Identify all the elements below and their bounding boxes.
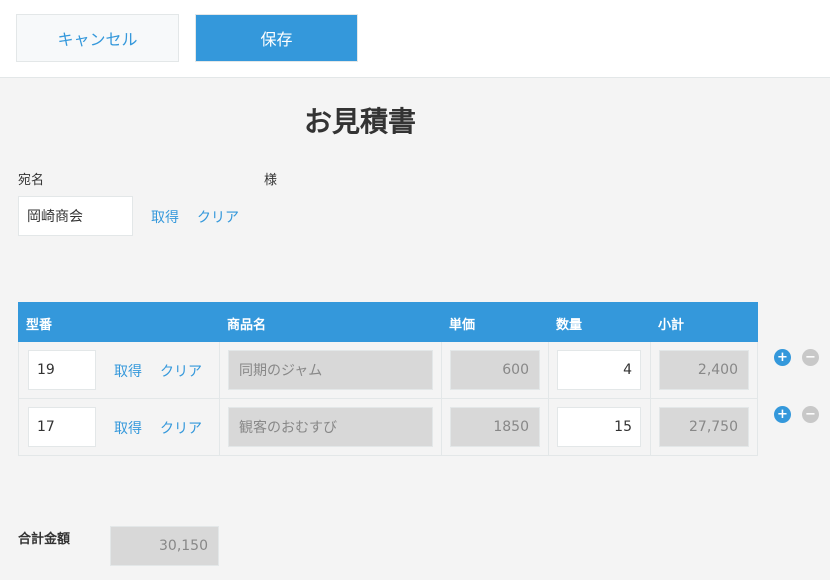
quantity-input[interactable]: 4 <box>557 350 641 390</box>
unit-price-field: 600 <box>450 350 540 390</box>
add-row-button[interactable]: + <box>774 406 791 423</box>
remove-row-button[interactable]: − <box>802 406 819 423</box>
save-button[interactable]: 保存 <box>195 14 358 62</box>
cell-divider <box>548 342 549 398</box>
header-model: 型番 <box>26 318 53 333</box>
model-input[interactable]: 17 <box>28 407 96 447</box>
recipient-clear-link[interactable]: クリア <box>197 207 239 227</box>
header-unit-price: 単価 <box>449 318 476 333</box>
model-fetch-link[interactable]: 取得 <box>114 361 142 381</box>
model-clear-link[interactable]: クリア <box>160 361 202 381</box>
unit-price-field: 1850 <box>450 407 540 447</box>
subtotal-field: 27,750 <box>659 407 749 447</box>
product-name-field: 同期のジャム <box>228 350 433 390</box>
add-row-button[interactable]: + <box>774 349 791 366</box>
cell-divider <box>441 342 442 398</box>
quantity-input[interactable]: 15 <box>557 407 641 447</box>
header-subtotal: 小計 <box>658 318 685 333</box>
total-amount-field: 30,150 <box>110 526 219 566</box>
toolbar: キャンセル 保存 <box>0 0 830 78</box>
model-fetch-link[interactable]: 取得 <box>114 418 142 438</box>
recipient-input[interactable]: 岡崎商会 <box>18 196 133 236</box>
product-name-field: 観客のおむすび <box>228 407 433 447</box>
model-clear-link[interactable]: クリア <box>160 418 202 438</box>
honorific-label: 様 <box>264 173 278 188</box>
cell-divider <box>650 342 651 398</box>
model-input[interactable]: 19 <box>28 350 96 390</box>
recipient-label: 宛名 <box>18 173 45 188</box>
recipient-fetch-link[interactable]: 取得 <box>151 207 179 227</box>
subtotal-field: 2,400 <box>659 350 749 390</box>
table-header: 型番 商品名 単価 数量 小計 <box>18 302 758 342</box>
table-row: 17 取得 クリア 観客のおむすび 1850 15 27,750 <box>18 399 758 456</box>
cell-divider <box>548 399 549 455</box>
total-label: 合計金額 <box>18 532 71 547</box>
header-product: 商品名 <box>227 318 267 333</box>
cell-divider <box>441 399 442 455</box>
table-row: 19 取得 クリア 同期のジャム 600 4 2,400 <box>18 342 758 399</box>
cell-divider <box>219 342 220 398</box>
cell-divider <box>219 399 220 455</box>
cell-divider <box>650 399 651 455</box>
cancel-button[interactable]: キャンセル <box>16 14 179 62</box>
header-quantity: 数量 <box>556 318 583 333</box>
remove-row-button[interactable]: − <box>802 349 819 366</box>
page-title: お見積書 <box>303 105 416 138</box>
